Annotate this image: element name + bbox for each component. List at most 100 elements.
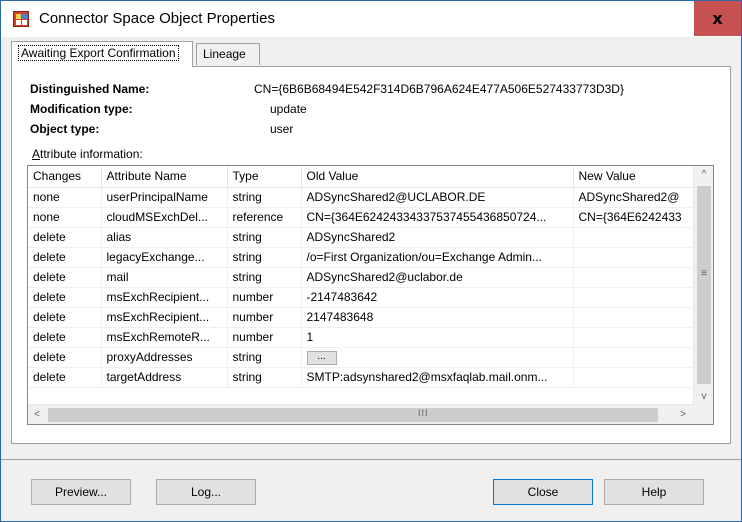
horizontal-scrollbar[interactable]: < III > — [28, 404, 694, 424]
cell-changes: none — [28, 207, 102, 228]
cell-type: string — [227, 187, 302, 208]
table-row[interactable]: delete alias string ADSyncShared2 — [28, 227, 694, 248]
scroll-left-arrow-icon[interactable]: < — [28, 405, 46, 424]
cell-changes: delete — [28, 247, 102, 268]
close-button[interactable]: Close — [493, 479, 593, 505]
cell-attribute-name: targetAddress — [101, 367, 228, 388]
cell-changes: delete — [28, 347, 102, 368]
cell-new-value: CN={364E6242433 — [573, 207, 694, 228]
cell-new-value: ADSyncShared2@ — [573, 187, 694, 208]
cell-new-value — [573, 307, 694, 328]
window-title: Connector Space Object Properties — [39, 10, 275, 27]
table-row[interactable]: delete targetAddress string SMTP:adsynsh… — [28, 367, 694, 388]
cell-type: string — [227, 347, 302, 368]
cell-changes: delete — [28, 307, 102, 328]
cell-attribute-name: msExchRecipient... — [101, 307, 228, 328]
cell-type: string — [227, 247, 302, 268]
cell-changes: delete — [28, 267, 102, 288]
objtype-label: Object type: — [30, 122, 100, 136]
cell-old-value: -2147483642 — [301, 287, 574, 308]
column-header-changes[interactable]: Changes — [28, 166, 102, 188]
attribute-grid: Changes Attribute Name Type Old Value Ne… — [27, 165, 714, 425]
cell-old-value: 1 — [301, 327, 574, 348]
table-row[interactable]: delete msExchRecipient... number 2147483… — [28, 307, 694, 328]
cell-type: string — [227, 267, 302, 288]
cell-old-value: ADSyncShared2 — [301, 227, 574, 248]
cell-attribute-name: legacyExchange... — [101, 247, 228, 268]
cell-attribute-name: proxyAddresses — [101, 347, 228, 368]
cell-old-value: ADSyncShared2@UCLABOR.DE — [301, 187, 574, 208]
tab-lineage[interactable]: Lineage — [196, 43, 260, 65]
dn-value: CN={6B6B68494E542F314D6B796A624E477A506E… — [254, 82, 624, 96]
column-header-type[interactable]: Type — [227, 166, 302, 188]
cell-old-value: /o=First Organization/ou=Exchange Admin.… — [301, 247, 574, 268]
table-header-row: Changes Attribute Name Type Old Value Ne… — [28, 166, 694, 188]
cell-attribute-name: alias — [101, 227, 228, 248]
cell-type: string — [227, 227, 302, 248]
modtype-value: update — [270, 102, 307, 116]
log-button[interactable]: Log... — [156, 479, 256, 505]
cell-old-value: SMTP:adsynshared2@msxfaqlab.mail.onm... — [301, 367, 574, 388]
multivalue-ellipsis-button[interactable]: ... — [306, 350, 337, 365]
objtype-value: user — [270, 122, 294, 136]
column-header-attribute-name[interactable]: Attribute Name — [101, 166, 228, 188]
cell-new-value — [573, 267, 694, 288]
table-row[interactable]: delete mail string ADSyncShared2@uclabor… — [28, 267, 694, 288]
cell-new-value — [573, 287, 694, 308]
cell-type: number — [227, 307, 302, 328]
cell-changes: none — [28, 187, 102, 208]
cell-attribute-name: mail — [101, 267, 228, 288]
column-header-old-value[interactable]: Old Value — [301, 166, 574, 188]
table-row[interactable]: delete proxyAddresses string ... — [28, 347, 694, 368]
cell-type: string — [227, 367, 302, 388]
cell-type: number — [227, 287, 302, 308]
cell-old-value: ... — [301, 347, 574, 368]
modtype-label: Modification type: — [30, 102, 133, 116]
help-button[interactable]: Help — [604, 479, 704, 505]
scroll-grip-icon: III — [418, 408, 429, 418]
table-row[interactable]: delete msExchRecipient... number -214748… — [28, 287, 694, 308]
scroll-up-arrow-icon[interactable]: ^ — [694, 166, 713, 184]
table-row[interactable]: delete msExchRemoteR... number 1 — [28, 327, 694, 348]
tab-label: Awaiting Export Confirmation — [18, 45, 179, 61]
attribute-information-label: Attribute information: — [32, 147, 143, 161]
awaiting-export-panel: Distinguished Name: CN={6B6B68494E542F31… — [11, 66, 731, 444]
cell-attribute-name: cloudMSExchDel... — [101, 207, 228, 228]
title-bar: Connector Space Object Properties x — [1, 1, 741, 37]
cell-attribute-name: msExchRemoteR... — [101, 327, 228, 348]
scroll-grip-icon: ≡ — [701, 268, 707, 279]
cell-new-value — [573, 327, 694, 348]
table-row[interactable]: none userPrincipalName string ADSyncShar… — [28, 187, 694, 208]
cell-new-value — [573, 367, 694, 388]
cell-attribute-name: userPrincipalName — [101, 187, 228, 208]
cell-old-value: CN={364E62424334337537455436850724... — [301, 207, 574, 228]
attribute-table: Changes Attribute Name Type Old Value Ne… — [28, 166, 694, 388]
dn-label: Distinguished Name: — [30, 82, 150, 96]
cell-changes: delete — [28, 327, 102, 348]
preview-button[interactable]: Preview... — [31, 479, 131, 505]
attribute-grid-viewport: Changes Attribute Name Type Old Value Ne… — [28, 166, 694, 406]
cell-type: reference — [227, 207, 302, 228]
horizontal-scroll-thumb[interactable] — [48, 408, 658, 422]
bottom-divider — [1, 459, 741, 460]
table-row[interactable]: none cloudMSExchDel... reference CN={364… — [28, 207, 694, 228]
cell-attribute-name: msExchRecipient... — [101, 287, 228, 308]
cell-new-value — [573, 347, 694, 368]
cell-changes: delete — [28, 287, 102, 308]
tab-label: Lineage — [203, 47, 246, 61]
vertical-scroll-thumb[interactable] — [697, 186, 711, 384]
cell-type: number — [227, 327, 302, 348]
tab-awaiting-export-confirmation[interactable]: Awaiting Export Confirmation — [11, 41, 193, 67]
vertical-scrollbar[interactable]: ^ ≡ v — [693, 166, 713, 406]
properties-dialog: Connector Space Object Properties x Awai… — [0, 0, 742, 522]
app-icon — [13, 11, 29, 27]
cell-new-value — [573, 227, 694, 248]
cell-changes: delete — [28, 227, 102, 248]
column-header-new-value[interactable]: New Value — [573, 166, 694, 188]
cell-old-value: ADSyncShared2@uclabor.de — [301, 267, 574, 288]
cell-changes: delete — [28, 367, 102, 388]
close-window-button[interactable]: x — [694, 1, 741, 36]
cell-new-value — [573, 247, 694, 268]
scroll-right-arrow-icon[interactable]: > — [674, 405, 692, 424]
table-row[interactable]: delete legacyExchange... string /o=First… — [28, 247, 694, 268]
